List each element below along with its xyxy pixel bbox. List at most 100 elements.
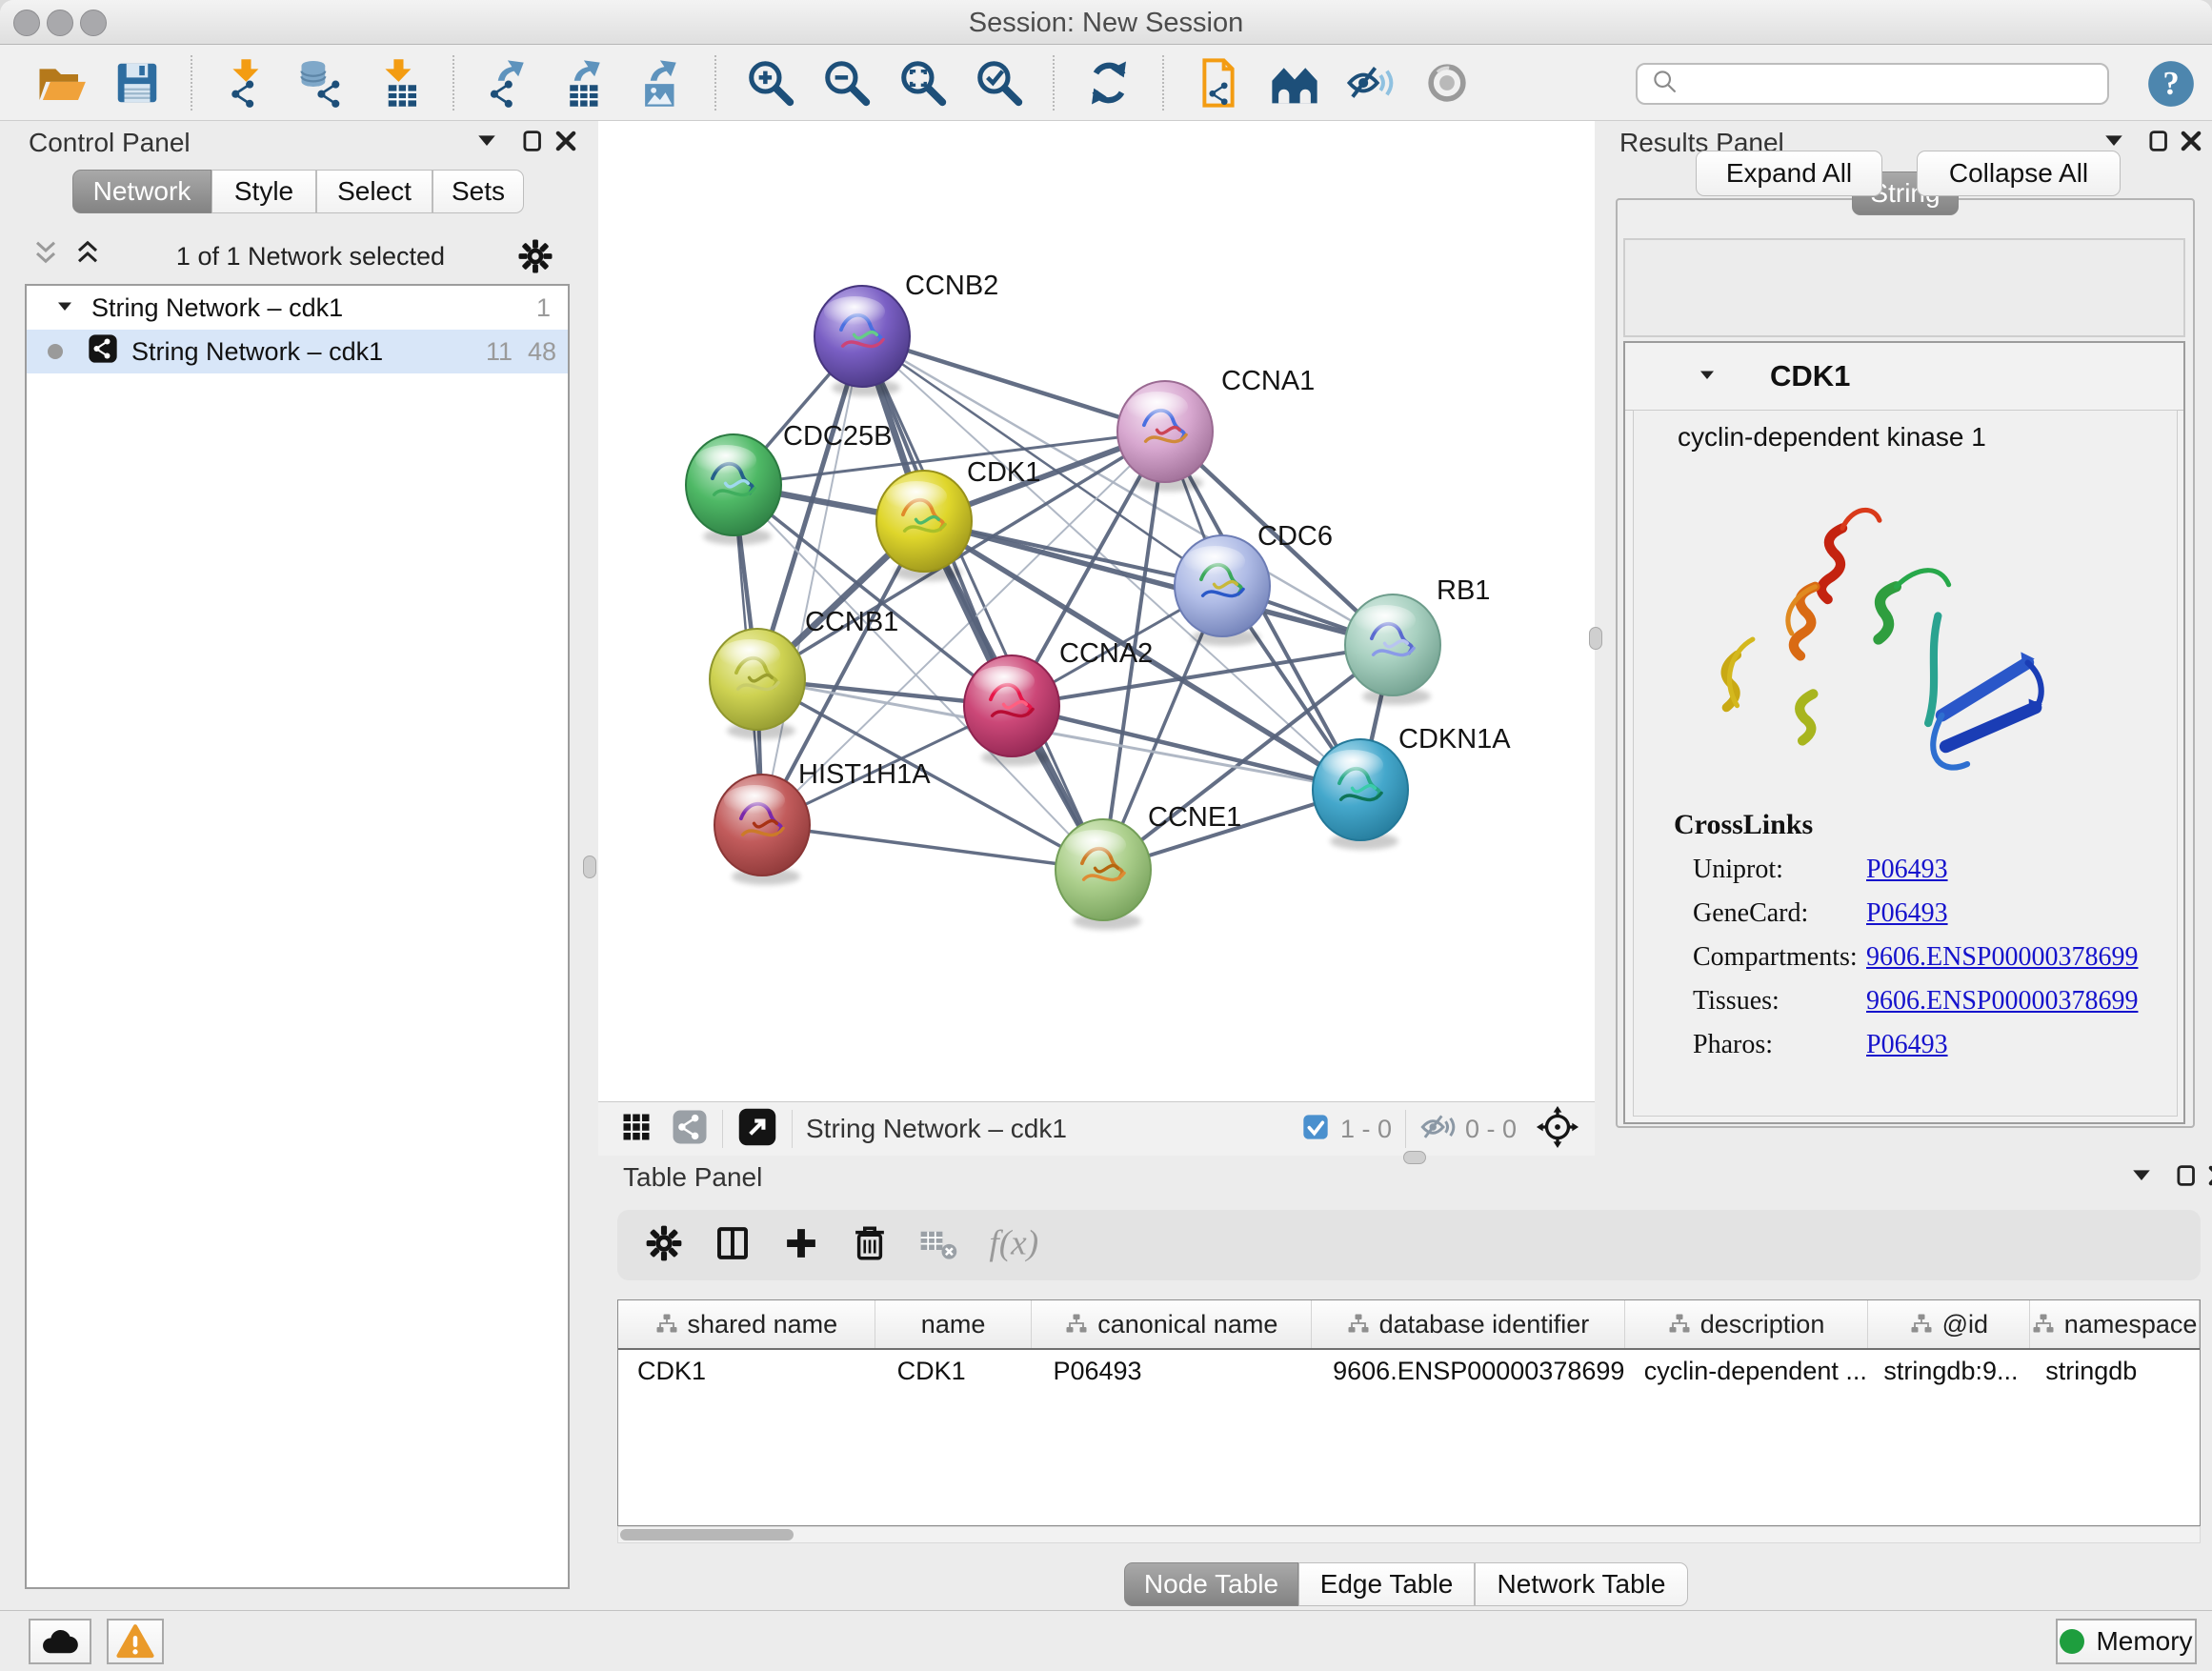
birds-eye-button[interactable] — [1268, 56, 1321, 110]
network-thumbnail-icon[interactable] — [671, 1108, 709, 1151]
panel-float-icon[interactable] — [518, 127, 551, 159]
panel-float-icon[interactable] — [2172, 1161, 2204, 1194]
column-header-name[interactable]: name — [875, 1300, 1033, 1348]
left-splitter-handle[interactable] — [583, 856, 596, 878]
network-collection-row[interactable]: String Network – cdk1 1 — [27, 286, 568, 330]
column-header--id[interactable]: @id — [1868, 1300, 2030, 1348]
panel-collapse-icon[interactable] — [2127, 1161, 2160, 1194]
export-network-button[interactable] — [482, 56, 535, 110]
save-button[interactable] — [111, 56, 164, 110]
zoom-out-button[interactable] — [820, 56, 874, 110]
cloud-button[interactable] — [29, 1619, 91, 1664]
tab-node-table[interactable]: Node Table — [1124, 1562, 1298, 1606]
open-folder-icon — [35, 57, 87, 109]
collapse-all-button[interactable]: Collapse All — [1917, 151, 2121, 196]
level-of-detail-button[interactable] — [1420, 56, 1474, 110]
expand-all-networks-icon[interactable] — [29, 239, 63, 273]
network-options-gear-icon[interactable] — [516, 237, 554, 275]
zoom-selected-button[interactable] — [973, 56, 1026, 110]
node-cdc6[interactable]: CDC6 — [1175, 521, 1333, 646]
crosslink-link[interactable]: P06493 — [1866, 898, 1948, 929]
column-header-description[interactable]: description — [1625, 1300, 1869, 1348]
import-table-file-icon — [373, 57, 425, 109]
warnings-button[interactable] — [107, 1619, 164, 1664]
node-rb1[interactable]: RB1 — [1345, 575, 1490, 705]
edge-ccnb2-hist1h1a[interactable] — [762, 336, 862, 825]
edge-ccnb2-ccne1[interactable] — [862, 336, 1103, 870]
node-ccne1[interactable]: CCNE1 — [1056, 802, 1241, 930]
node-cdc25b[interactable]: CDC25B — [686, 421, 892, 545]
refresh-button[interactable] — [1082, 56, 1136, 110]
crosslink-link[interactable]: 9606.ENSP00000378699 — [1866, 942, 2138, 973]
new-network-doc-button[interactable] — [1192, 56, 1245, 110]
tab-edge-table[interactable]: Edge Table — [1298, 1562, 1475, 1606]
network-row[interactable]: String Network – cdk1 11 48 — [27, 330, 568, 373]
memory-button[interactable]: Memory — [2056, 1619, 2197, 1664]
import-network-file-button[interactable] — [220, 56, 273, 110]
column-header-shared-name[interactable]: shared name — [618, 1300, 875, 1348]
network-list: String Network – cdk1 1 String Network –… — [25, 284, 570, 1589]
zoom-in-button[interactable] — [744, 56, 797, 110]
crosslink-link[interactable]: P06493 — [1866, 1030, 1948, 1060]
node-hist1h1a[interactable]: HIST1H1A — [714, 759, 931, 885]
tab-style[interactable]: Style — [211, 170, 316, 213]
node-result-header[interactable]: CDK1 — [1625, 343, 2183, 411]
tab-network[interactable]: Network — [72, 170, 211, 213]
tab-select[interactable]: Select — [316, 170, 432, 213]
zoom-fit-icon — [897, 57, 949, 109]
crosslink-link[interactable]: P06493 — [1866, 855, 1948, 885]
selected-nodes-checkbox-icon[interactable] — [1300, 1112, 1331, 1147]
column-header-canonical-name[interactable]: canonical name — [1032, 1300, 1312, 1348]
node-label-cdkn1a: CDKN1A — [1398, 724, 1511, 755]
delete-column-icon[interactable] — [850, 1223, 890, 1268]
zoom-fit-button[interactable] — [896, 56, 950, 110]
grid-view-icon[interactable] — [619, 1110, 654, 1149]
scrollbar-thumb[interactable] — [620, 1529, 794, 1540]
edge-ccna2-cdkn1a[interactable] — [1012, 706, 1360, 790]
open-folder-button[interactable] — [34, 56, 88, 110]
network-view-canvas[interactable]: CCNB2 CCNA1 CDC25B — [598, 121, 1595, 1101]
import-network-database-button[interactable] — [296, 56, 350, 110]
import-table-file-button[interactable] — [372, 56, 426, 110]
search-input[interactable] — [1681, 69, 2066, 100]
table-row[interactable]: CDK1CDK1P064939606.ENSP00000378699cyclin… — [618, 1350, 2200, 1392]
table-horizontal-scrollbar[interactable] — [617, 1526, 2201, 1543]
hidden-elements-eye-icon[interactable] — [1419, 1108, 1458, 1151]
fit-selected-crosshair-icon[interactable] — [1536, 1105, 1579, 1154]
bottom-splitter-handle[interactable] — [1403, 1151, 1426, 1164]
panel-close-icon[interactable] — [552, 127, 584, 159]
column-header-database-identifier[interactable]: database identifier — [1312, 1300, 1625, 1348]
node-label-rb1: RB1 — [1437, 575, 1490, 606]
hide-show-graphics-button[interactable] — [1344, 56, 1398, 110]
node-cdk1[interactable]: CDK1 — [876, 457, 1040, 581]
panel-float-icon[interactable] — [2144, 127, 2177, 159]
right-splitter-handle[interactable] — [1589, 627, 1602, 650]
column-header-namespace[interactable]: namespace — [2030, 1300, 2200, 1348]
node-cdkn1a[interactable]: CDKN1A — [1313, 724, 1511, 850]
add-column-icon[interactable] — [781, 1223, 821, 1268]
tab-network-table[interactable]: Network Table — [1475, 1562, 1688, 1606]
collapse-all-networks-icon[interactable] — [70, 239, 105, 273]
gear-icon — [644, 1223, 684, 1263]
panel-close-icon[interactable] — [2204, 1161, 2212, 1194]
help-button[interactable]: ? — [2146, 59, 2196, 109]
expand-all-button[interactable]: Expand All — [1696, 151, 1882, 196]
search-glass-icon — [1649, 66, 1681, 98]
export-table-button[interactable] — [558, 56, 612, 110]
panel-close-icon[interactable] — [2177, 127, 2209, 159]
zoom-selected-icon — [974, 57, 1025, 109]
section-expander-icon[interactable] — [1696, 364, 1720, 389]
export-image-button[interactable] — [634, 56, 688, 110]
toolbar-separator — [452, 55, 455, 111]
collection-expander-icon[interactable] — [53, 295, 78, 320]
network-graph[interactable]: CCNB2 CCNA1 CDC25B — [598, 121, 1595, 1101]
table-settings-gear-icon[interactable] — [644, 1223, 684, 1268]
crosslink-link[interactable]: 9606.ENSP00000378699 — [1866, 986, 2138, 1017]
show-columns-icon[interactable] — [713, 1223, 753, 1268]
search-field[interactable] — [1636, 63, 2109, 105]
edge-hist1h1a-ccne1[interactable] — [762, 825, 1103, 870]
node-ccna1[interactable]: CCNA1 — [1117, 366, 1315, 492]
detach-view-icon[interactable] — [736, 1106, 778, 1153]
tab-sets[interactable]: Sets — [432, 170, 524, 213]
panel-collapse-icon[interactable] — [473, 127, 505, 159]
